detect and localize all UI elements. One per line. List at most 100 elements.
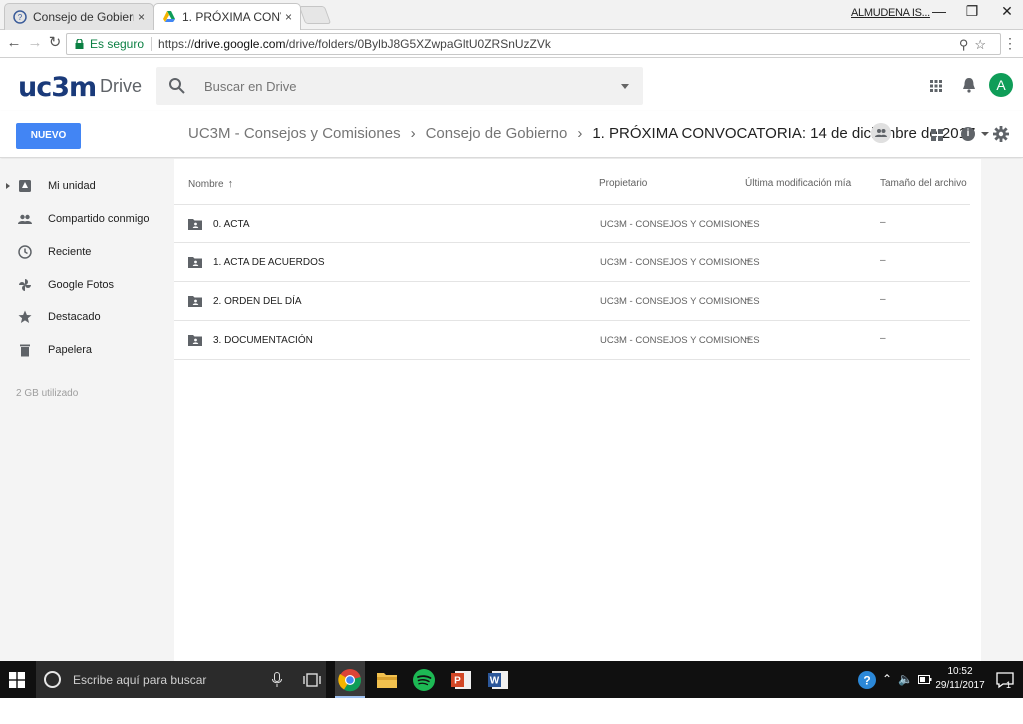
sidebar-item-papelera[interactable]: Papelera [0,335,170,365]
windows-start-icon[interactable] [9,672,25,688]
file-size: – [880,294,886,305]
sidebar-item-label: Destacado [48,311,101,323]
shared-folder-icon [188,219,202,230]
cortana-icon [44,671,61,688]
microphone-icon[interactable] [271,672,283,688]
tab-consejo-de-gobierno[interactable]: ? Consejo de Gobierno - In × [4,3,154,30]
notifications-bell-icon[interactable] [962,77,976,93]
search-box[interactable]: Buscar en Drive [156,67,643,105]
action-center-icon[interactable] [996,671,1014,689]
breadcrumb-separator: › [577,125,583,142]
task-view-icon[interactable] [303,672,321,688]
lock-icon [75,39,84,49]
file-row[interactable]: 0. ACTA UC3M - CONSEJOS Y COMISIONES – – [174,204,970,243]
sidebar-item-mi-unidad[interactable]: Mi unidad [0,171,170,201]
reload-icon[interactable]: ↻ [46,34,64,52]
battery-icon[interactable] [918,675,932,684]
file-row[interactable]: 3. DOCUMENTACIÓN UC3M - CONSEJOS Y COMIS… [174,321,970,360]
system-clock[interactable]: 10:52 29/11/2017 [932,665,988,693]
svg-text:?: ? [863,674,870,688]
file-owner: UC3M - CONSEJOS Y COMISIONES [600,219,760,230]
word-icon[interactable]: W [486,668,510,692]
pinwheel-icon [19,279,31,291]
close-window-button[interactable]: ✕ [992,3,1022,23]
forward-arrow-icon[interactable]: → [26,34,44,52]
search-input[interactable]: Buscar en Drive [204,79,621,94]
google-drive-favicon-icon [163,11,175,22]
tab-close-icon[interactable]: × [138,10,145,24]
folder-menu-dropdown-icon[interactable] [981,132,990,137]
drive-toolbar: NUEVO UC3M - Consejos y Comisiones › Conse… [0,111,1023,158]
sidebar-item-google-fotos[interactable]: Google Fotos [0,270,170,300]
column-header-owner[interactable]: Propietario [599,178,647,189]
column-header-name[interactable]: Nombre ↑ [188,178,233,190]
clock-time: 10:52 [947,666,973,677]
bookmark-star-icon[interactable]: ☆ [974,37,992,52]
star-icon [18,310,32,323]
apps-grid-icon[interactable] [930,80,942,92]
drive-content: Mi unidad Compartido conmigo Reciente Go… [0,159,1023,661]
omnibox[interactable]: Es seguro https://drive.google.com/drive… [66,33,1001,55]
sidebar-item-label: Papelera [48,344,93,356]
sidebar-item-compartido[interactable]: Compartido conmigo [0,204,170,234]
grid-view-icon[interactable] [931,129,943,141]
file-name: 1. ACTA DE ACUERDOS [213,257,325,268]
clock-icon [18,245,32,259]
new-button[interactable]: NUEVO [16,123,81,149]
zoom-icon[interactable]: ⚲ [959,37,975,52]
back-arrow-icon[interactable]: ← [5,34,23,52]
chrome-taskbar-icon[interactable] [338,668,362,692]
screen-bottom-border [0,698,1023,724]
browser-menu-icon[interactable]: ⋮ [1003,35,1017,52]
file-explorer-icon[interactable] [375,668,399,692]
right-gutter [981,159,1023,661]
sort-ascending-icon[interactable]: ↑ [228,178,234,190]
file-row[interactable]: 1. ACTA DE ACUERDOS UC3M - CONSEJOS Y CO… [174,243,970,282]
restore-button[interactable]: ❐ [957,3,987,23]
sidebar-item-reciente[interactable]: Reciente [0,237,170,267]
file-owner: UC3M - CONSEJOS Y COMISIONES [600,257,760,268]
search-options-dropdown-icon[interactable] [621,83,629,89]
help-tray-icon[interactable]: ? [857,670,877,690]
url-text[interactable]: https://drive.google.com/drive/folders/0… [152,37,551,51]
file-row[interactable]: 2. ORDEN DEL DÍA UC3M - CONSEJOS Y COMIS… [174,282,970,321]
svg-text:W: W [490,676,500,687]
search-icon[interactable] [168,77,186,95]
spotify-icon[interactable] [412,668,436,692]
shared-folder-people-icon[interactable] [871,123,891,143]
windows-taskbar: Escribe aquí para buscar P W ? ⌃ � [0,661,1023,698]
file-size: – [880,217,886,228]
shared-folder-icon [188,296,202,307]
tab-label: Consejo de Gobierno - In [33,10,134,24]
file-name: 3. DOCUMENTACIÓN [213,335,313,346]
sidebar-item-destacado[interactable]: Destacado [0,302,170,332]
tray-expand-icon[interactable]: ⌃ [882,672,892,686]
tab-proxima-convocatoria[interactable]: 1. PRÓXIMA CONVOCATO × [153,3,301,30]
trash-icon [20,344,30,357]
browser-profile-name[interactable]: ALMUDENA IS... [851,7,930,19]
volume-icon[interactable]: 🔈 [898,672,913,686]
breadcrumb-item[interactable]: UC3M - Consejos y Comisiones [188,125,401,142]
storage-usage[interactable]: 2 GB utilizado [16,388,78,399]
details-info-icon[interactable]: i [961,127,975,141]
minimize-button[interactable]: — [924,3,954,23]
powerpoint-icon[interactable]: P [449,668,473,692]
breadcrumb: UC3M - Consejos y Comisiones › Consejo de … [188,125,990,142]
file-modified: – [745,333,751,344]
taskbar-search-input[interactable]: Escribe aquí para buscar [73,673,326,687]
column-header-size[interactable]: Tamaño del archivo [880,178,967,189]
my-drive-icon [19,180,31,192]
new-tab-button[interactable] [298,6,332,24]
column-header-modified[interactable]: Última modificación mía [745,178,851,189]
expand-caret-icon[interactable] [6,183,10,189]
file-name: 0. ACTA [213,219,250,230]
breadcrumb-current-folder[interactable]: 1. PRÓXIMA CONVOCATORIA: 14 de diciembre… [592,125,975,142]
notification-count-badge: 1 [1006,680,1012,690]
account-avatar[interactable]: A [989,73,1013,97]
breadcrumb-item[interactable]: Consejo de Gobierno [426,125,568,142]
tab-close-icon[interactable]: × [285,10,292,24]
sidebar-item-label: Reciente [48,246,92,258]
settings-gear-icon[interactable] [993,126,1009,142]
uc3m-logo[interactable]: uc3m [18,72,97,103]
file-size: – [880,333,886,344]
